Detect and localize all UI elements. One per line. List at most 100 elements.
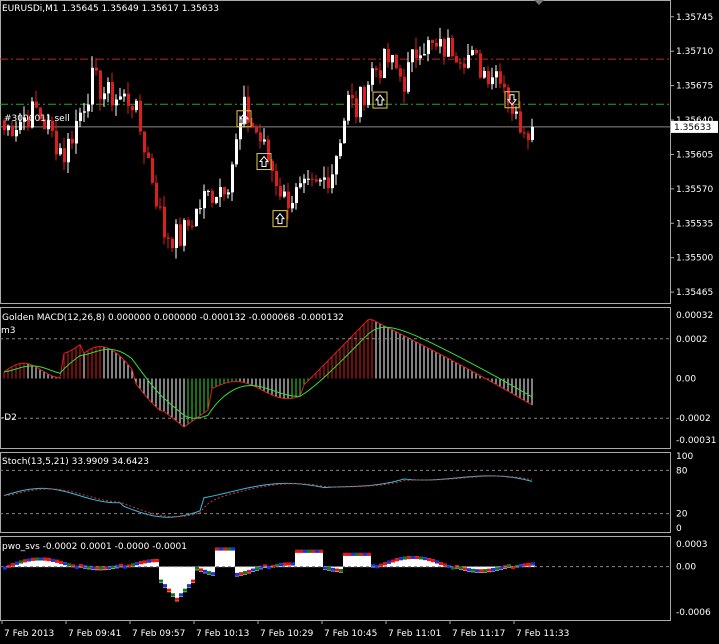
pwo-tip [367, 552, 371, 556]
candle-body [411, 49, 414, 63]
time-tick-label: 7 Feb 11:33 [516, 629, 569, 639]
price-tick-label: 1.35605 [676, 150, 713, 160]
candle-body [383, 49, 386, 79]
pwo-tip [255, 567, 259, 571]
pwo-bar [171, 566, 175, 597]
pwo-tip [215, 547, 219, 551]
candle-body [167, 237, 170, 239]
macd-signal-line [3, 326, 533, 419]
pwo-tip [163, 584, 167, 588]
pwo-tip [435, 560, 439, 564]
pwo-tip [403, 556, 407, 560]
pwo-tip [19, 560, 23, 564]
candle-body [299, 183, 302, 188]
candle-body [343, 120, 346, 144]
pwo-tip [279, 563, 283, 567]
candle-body [59, 148, 62, 155]
symbol-info: EURUSDi,M1 1.35645 1.35649 1.35617 1.356… [2, 4, 219, 14]
candle-body [143, 131, 146, 153]
candle-body [319, 179, 322, 182]
pwo-tip [235, 572, 239, 576]
pwo-tip [287, 562, 291, 566]
pwo-tip [443, 563, 447, 567]
pwo-tip [43, 557, 47, 561]
pwo-tip [391, 559, 395, 563]
candle-body [191, 225, 194, 227]
buy-arrow-icon [258, 155, 270, 168]
candle-body [279, 185, 282, 197]
pwo-tip [231, 547, 235, 551]
candle-body [187, 220, 190, 226]
candle-body [71, 138, 74, 144]
pwo-tip [307, 549, 311, 553]
pwo-tick-label: 0.00 [676, 563, 696, 573]
candle-body [331, 174, 334, 189]
pwo-tip [495, 567, 499, 571]
pwo-tip [135, 562, 139, 566]
pwo-tip [339, 568, 343, 572]
pwo-tip [11, 563, 15, 567]
pwo-tip [463, 567, 467, 571]
candle-body [451, 37, 454, 57]
candle-body [431, 40, 434, 43]
price-tick-label: 1.35570 [676, 185, 713, 195]
candle-body [235, 139, 238, 165]
candle-body [307, 178, 310, 180]
pwo-tip [211, 572, 215, 576]
pwo-tip [127, 564, 131, 568]
pwo-tip [67, 563, 71, 567]
pwo-tip [427, 558, 431, 562]
candle-body [127, 93, 130, 107]
stoch-tick-label: 0 [676, 524, 682, 534]
candle-body [311, 178, 314, 180]
candle-body [423, 54, 426, 56]
macd-level-hi-label: m3 [1, 326, 16, 336]
macd-label: Golden MACD(12,26,8) 0.000000 0.000000 -… [2, 313, 344, 323]
pwo-tip [531, 562, 535, 566]
pwo-tip [179, 593, 183, 597]
time-tick-label: 7 Feb 11:17 [452, 629, 505, 639]
pwo-tip [347, 552, 351, 556]
pwo-tip [311, 549, 315, 553]
pwo-tip [467, 568, 471, 572]
candle-body [107, 82, 110, 94]
candle-body [491, 77, 494, 85]
candle-body [395, 54, 398, 69]
pwo-tip [407, 556, 411, 560]
candle-body [111, 82, 114, 106]
candle-body [171, 238, 174, 248]
stoch-label: Stoch(13,5,21) 33.9909 34.6423 [2, 457, 149, 467]
candle-body [211, 190, 214, 203]
candle-body [335, 156, 338, 175]
pwo-tip [131, 563, 135, 567]
pwo-tip [315, 549, 319, 553]
pwo-tip [191, 579, 195, 583]
candle-body [359, 86, 362, 118]
candle-body [55, 130, 58, 155]
pwo-tip [283, 562, 287, 566]
pwo-tip [303, 549, 307, 553]
pwo-tip [219, 547, 223, 551]
stoch-main-line [3, 475, 533, 518]
candle-body [255, 126, 258, 133]
candle-body [267, 139, 270, 161]
price-tick-label: 1.35710 [676, 47, 713, 57]
pwo-tip [155, 559, 159, 563]
candle-body [327, 177, 330, 189]
time-tick-label: 7 Feb 09:41 [68, 629, 121, 639]
candle-body [287, 191, 290, 209]
candle-body [463, 63, 466, 68]
candle-body [263, 139, 266, 142]
pwo-tip [183, 588, 187, 592]
candle-body [283, 191, 286, 197]
buy-arrow-icon [274, 212, 286, 225]
pwo-tip [295, 549, 299, 553]
pwo-tip [527, 562, 531, 566]
pwo-tip [23, 559, 27, 563]
candle-body [471, 50, 474, 56]
candle-body [347, 94, 350, 121]
candle-body [163, 206, 166, 238]
candle-body [303, 178, 306, 184]
pwo-tip [431, 559, 435, 563]
candle-body [259, 132, 262, 142]
